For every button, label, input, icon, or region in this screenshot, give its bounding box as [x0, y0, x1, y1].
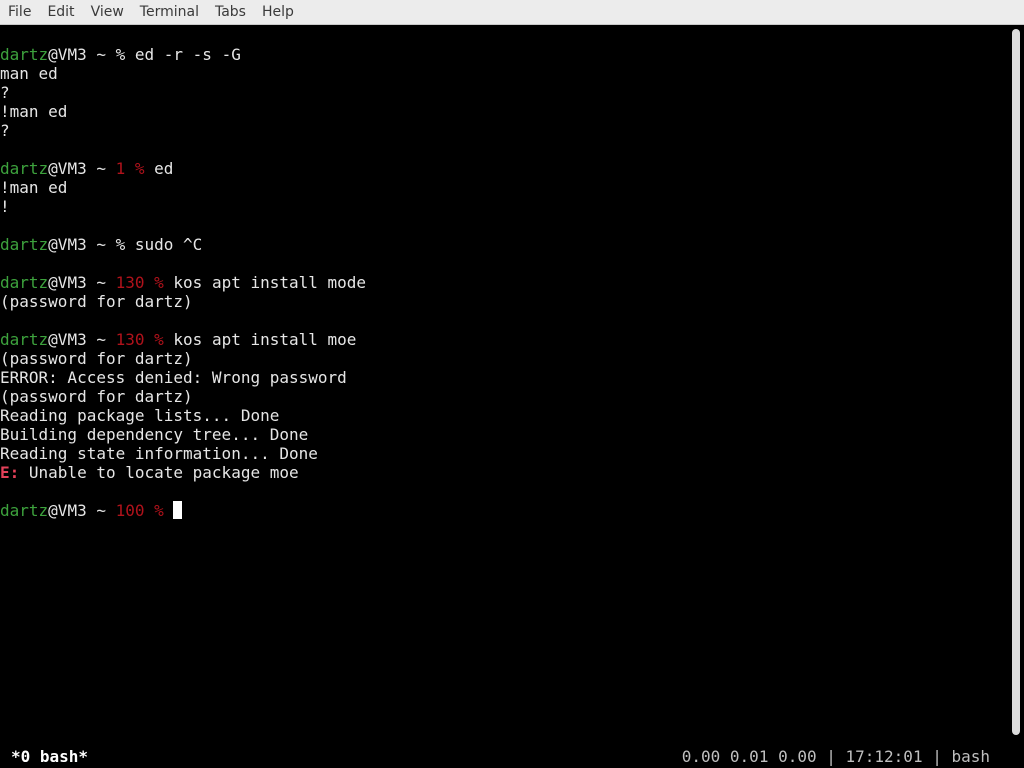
prompt-user: dartz	[0, 235, 49, 254]
output-line: ERROR: Access denied: Wrong password	[0, 368, 347, 387]
prompt-user: dartz	[0, 45, 49, 64]
prompt-symbol: %	[154, 501, 174, 520]
prompt-host: @VM3 ~	[48, 45, 116, 64]
output-line: !	[0, 197, 10, 216]
prompt-line: dartz@VM3 ~ 100 %	[0, 501, 1006, 520]
menu-help[interactable]: Help	[254, 0, 302, 24]
prompt-host: @VM3 ~	[48, 273, 116, 292]
prompt-user: dartz	[0, 501, 49, 520]
output-line: !man ed	[0, 102, 68, 121]
tmux-status-bar: *0 bash* 0.00 0.01 0.00 | 17:12:01 | bas…	[0, 745, 1024, 768]
prompt-host: @VM3 ~	[48, 235, 116, 254]
prompt-user: dartz	[0, 273, 49, 292]
command-text: kos apt install mode	[173, 273, 367, 292]
menu-view[interactable]: View	[83, 0, 132, 24]
prompt-host: @VM3 ~	[48, 330, 116, 349]
window-name[interactable]: *0 bash*	[11, 745, 88, 768]
status-right-info: 0.00 0.01 0.00 | 17:12:01 | bash	[681, 747, 990, 766]
prompt-line: dartz@VM3 ~ 130 % kos apt install mode	[0, 273, 1006, 292]
terminal-window: File Edit View Terminal Tabs Help dartz@…	[0, 0, 1024, 768]
prompt-host: @VM3 ~	[48, 159, 116, 178]
prompt-line: dartz@VM3 ~ 1 % ed	[0, 159, 1006, 178]
prompt-symbol: %	[115, 235, 135, 254]
prompt-symbol: %	[154, 273, 174, 292]
menu-tabs[interactable]: Tabs	[207, 0, 254, 24]
output-line: ?	[0, 83, 10, 102]
prompt-symbol: %	[154, 330, 174, 349]
command-text: ed	[154, 159, 174, 178]
command-text: ed -r -s -G	[134, 45, 241, 64]
menu-terminal[interactable]: Terminal	[132, 0, 207, 24]
scrollbar[interactable]	[1008, 25, 1024, 740]
output-line: Building dependency tree... Done	[0, 425, 309, 444]
menu-file[interactable]: File	[0, 0, 39, 24]
menu-edit[interactable]: Edit	[39, 0, 82, 24]
scrollbar-thumb[interactable]	[1012, 29, 1020, 735]
output-line: Reading package lists... Done	[0, 406, 280, 425]
output-line: man ed	[0, 64, 58, 83]
prompt-user: dartz	[0, 159, 49, 178]
output-line: Reading state information... Done	[0, 444, 318, 463]
prompt-host: @VM3 ~	[48, 501, 116, 520]
command-text: kos apt install moe	[173, 330, 357, 349]
output-line: (password for dartz)	[0, 387, 193, 406]
prompt-line: dartz@VM3 ~ 130 % kos apt install moe	[0, 330, 1006, 349]
output-line: (password for dartz)	[0, 292, 193, 311]
error-message: Unable to locate package moe	[19, 463, 299, 482]
exit-status: 1	[115, 159, 135, 178]
prompt-symbol: %	[134, 159, 155, 178]
command-text: sudo ^C	[134, 235, 203, 254]
prompt-user: dartz	[0, 330, 49, 349]
output-line: (password for dartz)	[0, 349, 193, 368]
prompt-line: dartz@VM3 ~ % sudo ^C	[0, 235, 1006, 254]
exit-status: 100	[115, 501, 155, 520]
error-line: E: Unable to locate package moe	[0, 463, 1006, 482]
text-cursor	[173, 501, 183, 519]
menu-bar: File Edit View Terminal Tabs Help	[0, 0, 1024, 25]
exit-status: 130	[115, 273, 155, 292]
prompt-line: dartz@VM3 ~ % ed -r -s -G	[0, 45, 1006, 64]
output-line: ?	[0, 121, 10, 140]
terminal-output[interactable]: dartz@VM3 ~ % ed -r -s -G man ed? !man ed?…	[0, 45, 1006, 740]
prompt-symbol: %	[115, 45, 135, 64]
exit-status: 130	[115, 330, 155, 349]
output-line: !man ed	[0, 178, 68, 197]
error-prefix: E:	[0, 463, 20, 482]
